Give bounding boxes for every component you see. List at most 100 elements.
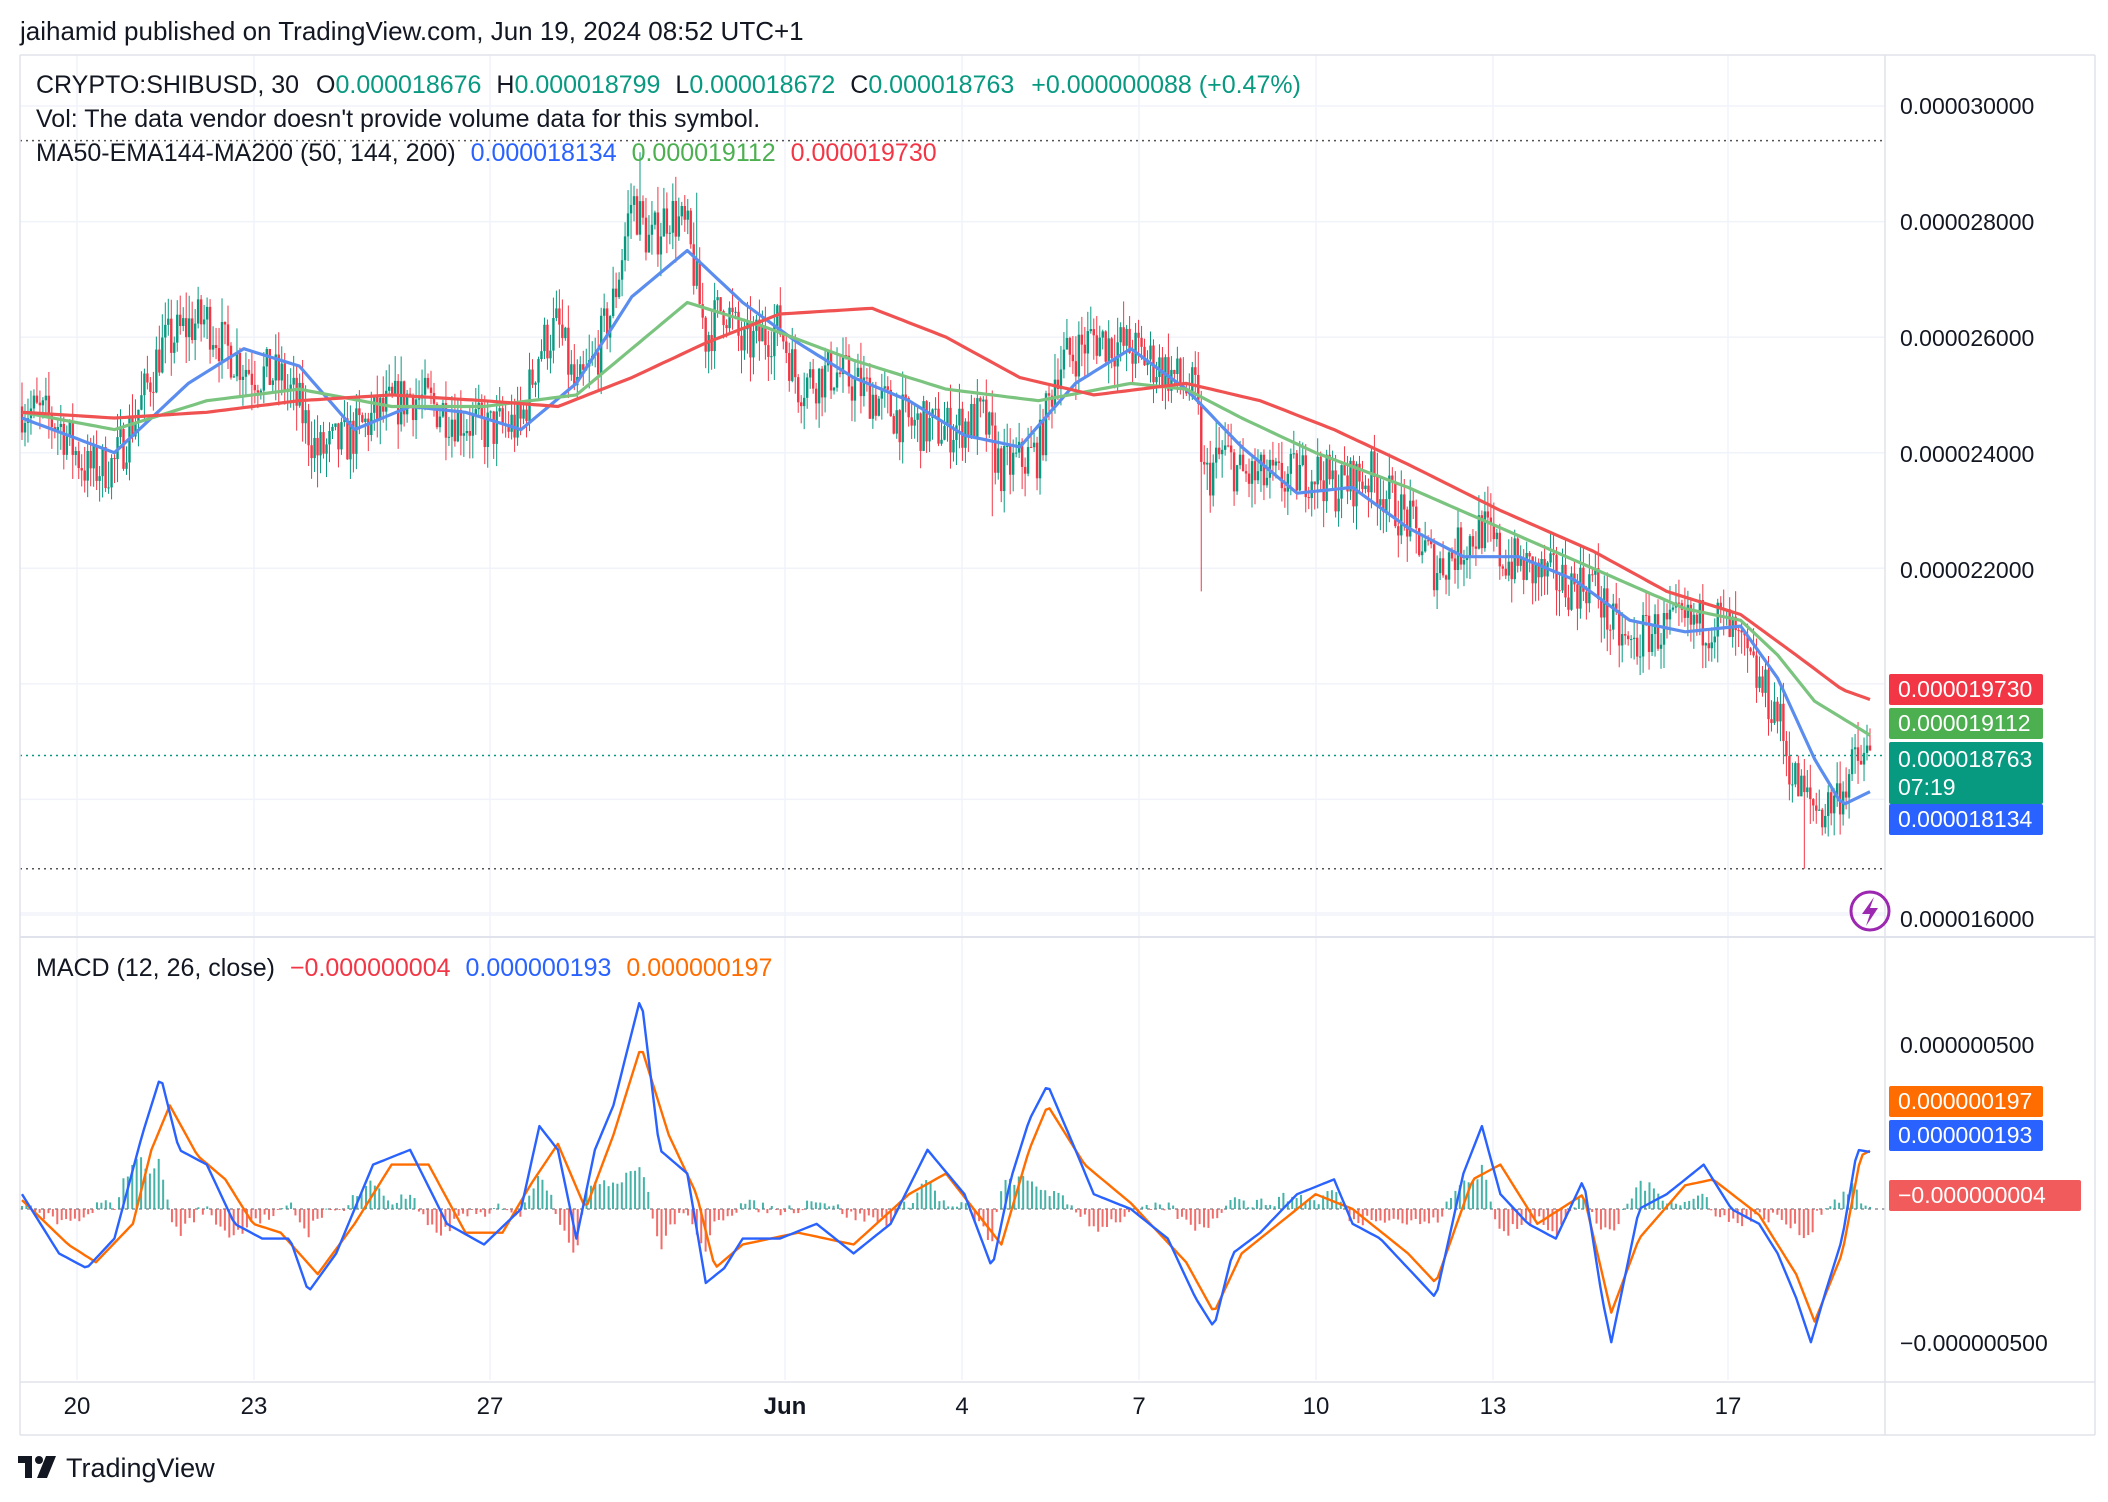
bar-countdown: 07:19 <box>1898 774 1956 800</box>
ma200-price-tag: 0.000019730 <box>1889 674 2043 705</box>
candle-body <box>59 423 63 428</box>
macd-histogram-bar <box>1635 1187 1638 1209</box>
candle-body <box>1077 334 1081 377</box>
macd-histogram-bar <box>1185 1209 1188 1220</box>
macd-histogram-bar <box>1189 1209 1192 1225</box>
tradingview-logo[interactable]: TradingView <box>18 1452 215 1484</box>
candle-body <box>1223 445 1227 450</box>
candle-body <box>1062 349 1066 370</box>
chart-canvas[interactable] <box>0 0 2108 1502</box>
macd-histogram-bar <box>1379 1209 1382 1221</box>
macd-histogram-bar <box>947 1206 950 1209</box>
macd-histogram-bar <box>431 1209 434 1225</box>
macd-histogram-bar <box>1436 1209 1439 1223</box>
candle-body <box>677 216 681 237</box>
candle-body <box>396 380 400 425</box>
candle-body <box>62 423 65 455</box>
macd-histogram-bar <box>479 1209 482 1213</box>
candle-body <box>250 373 254 385</box>
candle-body <box>1827 792 1830 816</box>
candle-body <box>614 288 618 298</box>
macd-histogram-bar <box>404 1198 407 1209</box>
candle-body <box>182 318 185 327</box>
candle-body <box>307 410 310 446</box>
candle-body <box>1143 346 1146 366</box>
macd-histogram-bar <box>21 1205 23 1209</box>
tradingview-logo-icon <box>18 1456 56 1478</box>
candle-body <box>800 402 803 407</box>
candle-body <box>92 445 95 469</box>
candle-body <box>979 398 982 402</box>
candle-body <box>426 377 430 388</box>
macd-legend[interactable]: MACD (12, 26, close) −0.000000004 0.0000… <box>36 953 772 983</box>
candle-body <box>1764 669 1767 693</box>
candle-body <box>794 349 797 378</box>
candle-body <box>1671 607 1675 610</box>
macd-histogram-bar <box>1357 1209 1360 1224</box>
candle-body <box>1606 588 1609 630</box>
macd-histogram-bar <box>554 1209 557 1215</box>
candle-body <box>185 318 188 338</box>
candle-body <box>1379 499 1382 506</box>
high-label: H <box>496 71 515 99</box>
macd-histogram-bar <box>1855 1189 1858 1209</box>
macd-line <box>20 1002 1871 1344</box>
candle-body <box>934 408 937 410</box>
candle-body <box>611 288 615 317</box>
candle-body <box>991 412 994 426</box>
candle-body <box>1355 463 1358 507</box>
macd-histogram-bar <box>166 1199 169 1209</box>
macd-histogram-bar <box>991 1209 994 1242</box>
candle-body <box>155 349 158 393</box>
candle-body <box>89 450 92 469</box>
candle-body <box>1238 454 1242 466</box>
macd-histogram-bar <box>320 1209 323 1218</box>
candle-body <box>1468 536 1472 558</box>
macd-histogram-bar <box>1560 1209 1563 1225</box>
candle-body <box>1710 642 1713 649</box>
candle-body <box>976 398 979 438</box>
macd-histogram-bar <box>1807 1209 1810 1236</box>
macd-axis-label: −0.000000500 <box>1900 1330 2048 1356</box>
candle-body <box>1632 637 1636 640</box>
macd-histogram-bar <box>400 1194 403 1209</box>
macd-histogram-bar <box>625 1172 628 1209</box>
macd-histogram-bar <box>757 1209 760 1213</box>
candle-body <box>86 450 89 481</box>
candle-body <box>632 196 636 205</box>
macd-histogram-bar <box>1097 1209 1100 1232</box>
candle-body <box>725 325 728 329</box>
macd-histogram-bar <box>1450 1198 1453 1209</box>
candle-body <box>856 367 860 377</box>
ohlc-legend[interactable]: CRYPTO:SHIBUSD, 30 O0.000018676 H0.00001… <box>36 70 1301 100</box>
macd-histogram-bar <box>1075 1209 1078 1213</box>
signal-tag: 0.000000197 <box>1889 1086 2043 1117</box>
candle-body <box>1086 331 1090 354</box>
candle-body <box>1462 560 1466 565</box>
macd-histogram-bar <box>1026 1180 1029 1209</box>
macd-histogram-bar <box>329 1209 332 1210</box>
macd-histogram-bar <box>550 1194 553 1209</box>
alert-icon[interactable] <box>1849 890 1891 932</box>
macd-histogram-bar <box>660 1209 663 1250</box>
macd-histogram-bar <box>100 1202 103 1209</box>
macd-histogram-bar <box>1083 1209 1086 1215</box>
candle-body <box>190 318 194 341</box>
candle-body <box>1080 334 1084 345</box>
candle-body <box>543 324 546 352</box>
macd-histogram-bar <box>1767 1209 1770 1223</box>
candle-body <box>1809 787 1812 800</box>
candle-body <box>910 417 913 426</box>
candle-body <box>468 431 472 436</box>
ma-legend[interactable]: MA50-EMA144-MA200 (50, 144, 200) 0.00001… <box>36 138 937 168</box>
candle-body <box>1241 454 1245 472</box>
macd-histogram-bar <box>1264 1205 1267 1209</box>
macd-histogram-bar <box>1595 1209 1598 1224</box>
candle-body <box>65 436 68 455</box>
candle-body <box>1361 481 1364 490</box>
candle-body <box>817 368 821 404</box>
candle-body <box>940 439 943 444</box>
candle-body <box>1695 614 1699 624</box>
candle-body <box>898 410 901 443</box>
candle-body <box>1295 453 1298 491</box>
